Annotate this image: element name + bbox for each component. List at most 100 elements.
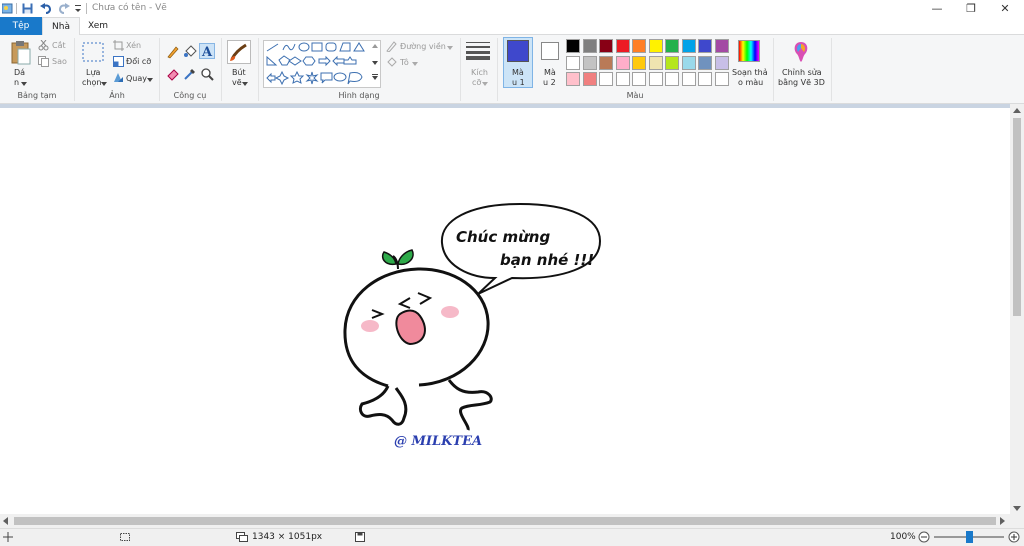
palette-swatch[interactable]	[648, 55, 663, 70]
zoom-in-button[interactable]	[1008, 531, 1020, 543]
palette-swatch[interactable]	[599, 39, 613, 53]
color2-label[interactable]: Mà	[544, 68, 556, 77]
paste-dropdown-icon[interactable]	[21, 80, 27, 86]
color1-swatch[interactable]	[507, 40, 529, 62]
palette-swatch[interactable]	[615, 72, 630, 86]
paste-label-2[interactable]: n	[14, 78, 19, 87]
tab-home[interactable]: Nhà	[42, 17, 80, 36]
palette-swatch[interactable]	[698, 72, 712, 86]
palette-swatch[interactable]	[681, 39, 696, 53]
paste-label[interactable]: Dá	[14, 68, 25, 77]
fill-label[interactable]: Tô	[400, 58, 409, 67]
cut-icon[interactable]	[38, 39, 49, 51]
horizontal-scrollbar[interactable]	[0, 514, 1010, 528]
paint3d-icon[interactable]	[789, 40, 813, 64]
select-dropdown-icon[interactable]	[101, 80, 107, 86]
eraser-icon[interactable]	[166, 67, 180, 81]
palette-swatch[interactable]	[698, 39, 712, 53]
edit-colors-icon[interactable]	[738, 40, 760, 62]
copy-label[interactable]: Sao	[52, 57, 67, 66]
color2-label-2[interactable]: u 2	[543, 78, 556, 87]
palette-swatch[interactable]	[615, 55, 630, 70]
close-button[interactable]: ✕	[988, 0, 1022, 17]
palette-swatch[interactable]	[648, 39, 663, 53]
palette-swatch[interactable]	[566, 55, 580, 70]
color1-label[interactable]: Mà	[512, 68, 524, 77]
outline-dropdown-icon[interactable]	[447, 44, 453, 50]
color-picker-icon[interactable]	[183, 67, 197, 81]
shapes-gallery-icons[interactable]	[264, 41, 382, 89]
scroll-up-icon[interactable]	[1013, 107, 1021, 113]
brushes-dropdown-icon[interactable]	[242, 80, 248, 86]
palette-swatch[interactable]	[714, 55, 729, 70]
outline-icon[interactable]	[386, 41, 397, 53]
color1-label-2[interactable]: u 1	[512, 78, 525, 87]
palette-swatch[interactable]	[648, 72, 663, 86]
size-dropdown-icon[interactable]	[482, 80, 488, 86]
palette-swatch[interactable]	[681, 55, 696, 70]
resize-label[interactable]: Đổi cỡ	[126, 57, 151, 66]
edit-colors-label-2[interactable]: o màu	[738, 78, 763, 87]
palette-swatch[interactable]	[582, 72, 597, 86]
brushes-label-2[interactable]: vẽ	[232, 78, 242, 87]
color2-swatch[interactable]	[541, 42, 559, 60]
paste-icon[interactable]	[10, 40, 32, 66]
palette-swatch[interactable]	[599, 55, 613, 70]
scroll-right-icon[interactable]	[1000, 517, 1006, 525]
text-tool-icon[interactable]: A	[199, 43, 215, 60]
paint3d-label[interactable]: Chỉnh sửa	[782, 68, 822, 77]
zoom-out-button[interactable]	[918, 531, 930, 543]
select-icon[interactable]	[82, 42, 104, 62]
palette-swatch[interactable]	[665, 72, 679, 86]
size-label[interactable]: Kích	[471, 68, 488, 77]
palette-swatch[interactable]	[632, 55, 646, 70]
fill-bucket-icon[interactable]	[183, 45, 197, 59]
shapes-scroll-up-icon[interactable]	[372, 42, 378, 48]
cut-label[interactable]: Cắt	[52, 41, 66, 50]
tab-view[interactable]: Xem	[80, 17, 116, 35]
brushes-icon[interactable]	[227, 40, 251, 64]
size-icon[interactable]	[466, 41, 490, 61]
shapes-more-icon[interactable]	[372, 73, 378, 80]
crop-icon[interactable]	[113, 40, 124, 51]
copy-icon[interactable]	[38, 56, 49, 67]
redo-icon[interactable]	[58, 3, 70, 14]
magnifier-icon[interactable]	[200, 67, 214, 81]
palette-swatch[interactable]	[566, 72, 580, 86]
palette-swatch[interactable]	[632, 72, 646, 86]
palette-swatch[interactable]	[566, 39, 580, 53]
scroll-down-icon[interactable]	[1013, 505, 1021, 511]
palette-swatch[interactable]	[665, 39, 679, 53]
size-label-2[interactable]: cỡ	[472, 78, 481, 87]
drawing-canvas[interactable]: Chúc mừng bạn nhé !!! @ MILKTEA	[0, 108, 1010, 514]
palette-swatch[interactable]	[615, 39, 630, 53]
palette-swatch[interactable]	[599, 72, 613, 86]
rotate-label[interactable]: Quay	[126, 74, 147, 83]
restore-button[interactable]: ❐	[954, 0, 988, 17]
tab-file[interactable]: Tệp	[0, 17, 42, 35]
palette-swatch[interactable]	[681, 72, 696, 86]
palette-swatch[interactable]	[582, 39, 597, 53]
undo-icon[interactable]	[40, 3, 52, 14]
palette-swatch[interactable]	[665, 55, 679, 70]
horizontal-scroll-thumb[interactable]	[14, 517, 996, 525]
shapes-scroll-down-icon[interactable]	[372, 59, 378, 65]
minimize-button[interactable]: —	[920, 0, 954, 17]
customize-qat-icon[interactable]	[74, 4, 82, 14]
fill-icon[interactable]	[386, 57, 397, 68]
edit-colors-label[interactable]: Soạn thả	[732, 68, 768, 77]
pencil-icon[interactable]	[166, 45, 180, 59]
brushes-label[interactable]: Bút	[232, 68, 246, 77]
outline-label[interactable]: Đường viền	[400, 42, 446, 51]
select-label[interactable]: Lựa	[86, 68, 100, 77]
select-label-2[interactable]: chọn	[82, 78, 101, 87]
palette-swatch[interactable]	[714, 72, 729, 86]
resize-icon[interactable]	[113, 56, 124, 67]
save-icon[interactable]	[22, 3, 33, 14]
palette-swatch[interactable]	[582, 55, 597, 70]
paint-app-icon[interactable]	[1, 3, 13, 14]
rotate-icon[interactable]	[113, 72, 124, 83]
paint3d-label-2[interactable]: bằng Vẽ 3D	[778, 78, 825, 87]
palette-swatch[interactable]	[698, 55, 712, 70]
palette-swatch[interactable]	[714, 39, 729, 53]
